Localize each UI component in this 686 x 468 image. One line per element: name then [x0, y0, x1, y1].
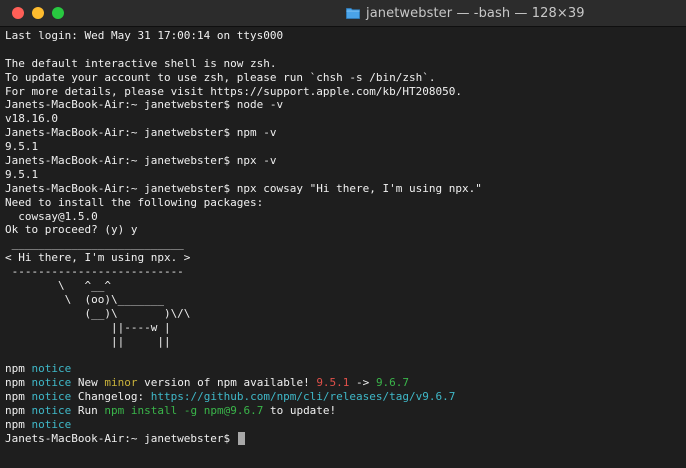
output-line: Ok to proceed? (y) y	[5, 223, 138, 237]
output-line: cowsay@1.5.0	[5, 209, 98, 223]
notice-text: New	[77, 376, 105, 390]
update-command: npm install -g npm@9.6.7	[104, 404, 264, 418]
title-bar[interactable]: janetwebster — -bash — 128×39	[0, 0, 686, 27]
shell-prompt: Janets-MacBook-Air:~ janetwebster$	[5, 431, 237, 445]
close-button[interactable]	[12, 7, 24, 19]
window-title-group: janetwebster — -bash — 128×39	[346, 4, 585, 22]
cowsay-line: < Hi there, I'm using npx. >	[5, 251, 191, 265]
npm-prefix: npm	[5, 417, 25, 431]
npm-notice-line: npm notice	[5, 418, 686, 432]
cowsay-line: (__)\ )\/\	[5, 306, 191, 320]
notice-minor: minor	[104, 376, 138, 390]
notice-label: notice	[31, 362, 72, 376]
maximize-button[interactable]	[52, 7, 64, 19]
notice-text: Changelog:	[77, 390, 151, 404]
cowsay-line: ||----w |	[5, 320, 171, 334]
terminal-output[interactable]: Last login: Wed May 31 17:00:14 on ttys0…	[5, 29, 686, 446]
command-line: Janets-MacBook-Air:~ janetwebster$ npx -…	[5, 154, 277, 168]
npm-notice-line: npm notice Changelog: https://github.com…	[5, 390, 686, 404]
notice-label: notice	[31, 376, 72, 390]
command-line: Janets-MacBook-Air:~ janetwebster$ npm -…	[5, 126, 277, 140]
cowsay-line: --------------------------	[5, 265, 184, 279]
cowsay-line: \ ^__^	[5, 279, 111, 293]
output-line: Last login: Wed May 31 17:00:14 on ttys0…	[5, 29, 284, 42]
output-line: The default interactive shell is now zsh…	[5, 56, 277, 70]
changelog-link[interactable]: https://github.com/npm/cli/releases/tag/…	[151, 390, 456, 403]
npm-prefix: npm	[5, 376, 25, 390]
command-line: Janets-MacBook-Air:~ janetwebster$ node …	[5, 98, 284, 112]
text-cursor[interactable]	[237, 431, 245, 445]
new-version: 9.6.7	[375, 376, 410, 390]
cowsay-line: \ (oo)\_______	[5, 292, 164, 306]
npm-prefix: npm	[5, 390, 25, 404]
notice-text: version of npm available!	[137, 376, 317, 390]
notice-label: notice	[31, 390, 72, 404]
window-title: janetwebster — -bash — 128×39	[366, 5, 585, 21]
old-version: 9.5.1	[316, 376, 350, 390]
npm-notice-line: npm notice	[5, 362, 686, 376]
cowsay-line: || ||	[5, 334, 171, 348]
terminal-window: janetwebster — -bash — 128×39 Last login…	[0, 0, 686, 468]
output-line: 9.5.1	[5, 140, 39, 154]
cowsay-line: __________________________	[5, 237, 184, 251]
notice-text: to update!	[263, 404, 337, 418]
npm-prefix: npm	[5, 362, 25, 376]
output-line: Need to install the following packages:	[5, 195, 264, 209]
minimize-button[interactable]	[32, 7, 44, 19]
npm-notice-line: npm notice Run npm install -g npm@9.6.7 …	[5, 404, 686, 418]
npm-prefix: npm	[5, 404, 25, 418]
notice-text: Run	[77, 404, 105, 418]
folder-icon	[346, 8, 360, 19]
output-line: 9.5.1	[5, 167, 39, 181]
active-prompt-line[interactable]: Janets-MacBook-Air:~ janetwebster$	[5, 431, 686, 446]
notice-label: notice	[31, 404, 72, 418]
output-line: v18.16.0	[5, 112, 58, 126]
output-line: To update your account to use zsh, pleas…	[5, 70, 436, 84]
command-line: Janets-MacBook-Air:~ janetwebster$ npx c…	[5, 181, 482, 195]
version-arrow: ->	[349, 376, 376, 390]
npm-notice-line: npm notice New minor version of npm avai…	[5, 376, 686, 390]
notice-label: notice	[31, 417, 72, 431]
output-line: For more details, please visit https://s…	[5, 84, 462, 98]
